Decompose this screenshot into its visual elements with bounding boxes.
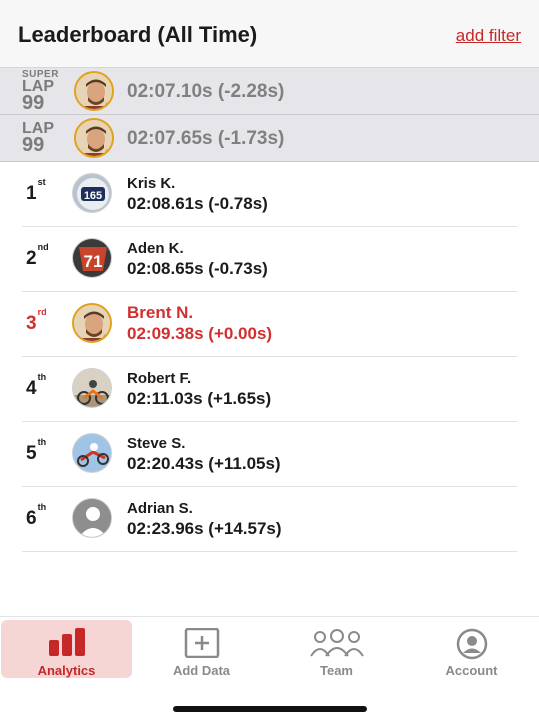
leaderboard-row-3[interactable]: 3rd Brent N. 02:09.38s (+0.00s)	[22, 292, 517, 357]
rider-time: 02:08.65s (-0.73s)	[127, 259, 268, 278]
avatar	[72, 303, 112, 343]
leaderboard-row-5[interactable]: 5th Steve S. 02:20.43s (+11.05s)	[22, 422, 517, 487]
tab-label: Analytics	[37, 663, 96, 678]
rider-time: 02:11.03s (+1.65s)	[127, 389, 272, 408]
leaderboard-list: SUPER LAP 99 02:07.10s (-2.28s) LAP 99 0…	[0, 68, 539, 552]
lap-time: 02:07.65s (-1.73s)	[127, 128, 285, 149]
rider-name: Kris K.	[127, 175, 176, 192]
avatar	[72, 368, 112, 408]
lap-99-row[interactable]: LAP 99 02:07.65s (-1.73s)	[0, 115, 539, 162]
rider-name: Aden K.	[127, 240, 184, 257]
lap-time: 02:07.10s (-2.28s)	[127, 81, 285, 102]
rider-name: Brent N.	[127, 303, 194, 322]
home-indicator[interactable]	[173, 706, 367, 712]
user-circle-icon	[456, 628, 488, 665]
default-user-icon	[72, 498, 112, 538]
rider-time: 02:08.61s (-0.78s)	[127, 194, 268, 213]
tab-analytics[interactable]: Analytics	[1, 620, 132, 678]
people-icon	[308, 628, 366, 663]
avatar	[74, 118, 114, 158]
rider-time: 02:09.38s (+0.00s)	[127, 324, 273, 343]
svg-text:71: 71	[84, 252, 103, 271]
rank-label: 4th	[26, 371, 47, 399]
add-filter-link[interactable]: add filter	[456, 26, 521, 46]
tab-add-data[interactable]: Add Data	[136, 620, 267, 678]
super-lap-99-badge: SUPER LAP 99	[22, 69, 59, 114]
super-lap-row[interactable]: SUPER LAP 99 02:07.10s (-2.28s)	[0, 68, 539, 115]
rider-name: Adrian S.	[127, 500, 193, 517]
svg-text:165: 165	[84, 190, 102, 202]
tab-account[interactable]: Account	[406, 620, 537, 678]
page-title: Leaderboard (All Time)	[18, 22, 258, 47]
header-bar: Leaderboard (All Time) add filter	[0, 0, 539, 68]
rider-time: 02:20.43s (+11.05s)	[127, 454, 281, 473]
avatar	[74, 71, 114, 111]
rider-name: Steve S.	[127, 435, 186, 452]
leaderboard-row-2[interactable]: 2nd 71 Aden K. 02:08.65s (-0.73s)	[22, 227, 517, 292]
rider-time: 02:23.96s (+14.57s)	[127, 519, 282, 538]
rank-label: 1st	[26, 176, 46, 204]
leaderboard-row-1[interactable]: 1st 165 Kris K. 02:08.61s (-0.78s)	[22, 162, 517, 227]
tab-label: Add Data	[172, 663, 231, 678]
rank-label: 5th	[26, 436, 47, 464]
rider-name: Robert F.	[127, 370, 192, 387]
tab-label: Account	[445, 663, 498, 678]
leaderboard-row-4[interactable]: 4th Robert F. 02:11.03s (+1.65s)	[22, 357, 517, 422]
avatar: 71	[72, 238, 112, 278]
rank-label: 6th	[26, 501, 47, 529]
plus-square-icon	[184, 627, 220, 663]
lap-99-badge: LAP 99	[22, 120, 54, 156]
tab-team[interactable]: Team	[271, 620, 402, 678]
avatar	[72, 433, 112, 473]
rank-label: 3rd	[26, 306, 47, 334]
tab-label: Team	[320, 663, 353, 678]
avatar: 165	[72, 173, 112, 213]
leaderboard-row-6[interactable]: 6th Adrian S. 02:23.96s (+14.57s)	[22, 487, 517, 552]
rank-label: 2nd	[26, 241, 49, 269]
bar-chart-icon	[47, 628, 87, 661]
